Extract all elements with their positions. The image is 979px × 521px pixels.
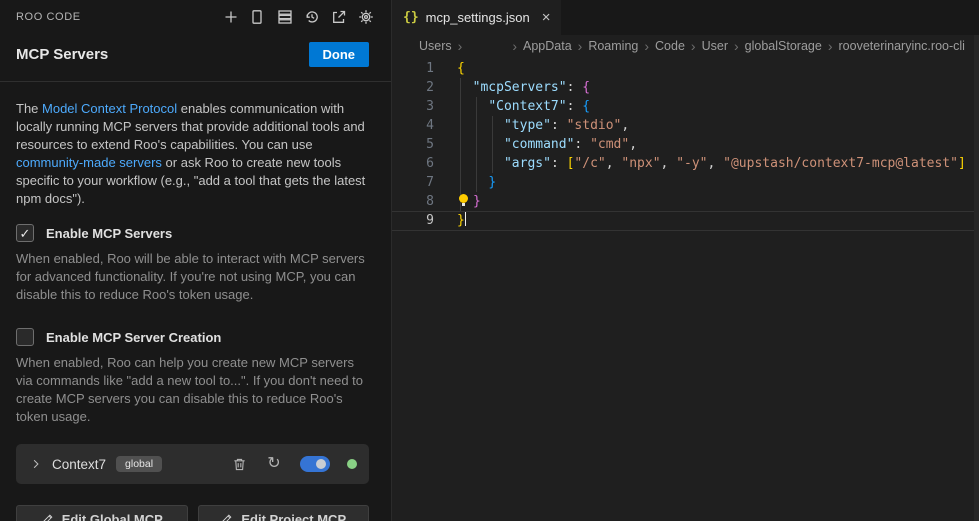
breadcrumb-separator-icon: › — [734, 38, 739, 54]
breadcrumb-item[interactable]: User — [702, 39, 728, 53]
trash-icon[interactable] — [230, 455, 248, 473]
editor-area: {} mcp_settings.json × Users › › AppData › Ro… — [392, 0, 979, 521]
breadcrumb-item[interactable]: AppData — [523, 39, 572, 53]
breadcrumb-separator-icon: › — [458, 38, 463, 54]
model-context-protocol-link[interactable]: Model Context Protocol — [42, 101, 177, 116]
history-icon[interactable] — [303, 8, 321, 26]
status-connected-dot — [347, 459, 357, 469]
breadcrumb-separator-icon: › — [828, 38, 833, 54]
intro-text: The — [16, 101, 42, 116]
server-row-context7[interactable]: Context7 global ↻ — [16, 444, 369, 484]
checkbox-icon[interactable]: ✓ — [16, 328, 34, 346]
panel-body: The Model Context Protocol enables commu… — [0, 82, 391, 521]
code-area[interactable]: 1{2 "mcpServers": {3 "Context7": {4 "typ… — [392, 57, 979, 521]
breadcrumb-item[interactable]: Code — [655, 39, 685, 53]
pencil-icon — [41, 513, 54, 521]
line-number: 2 — [392, 78, 434, 97]
notepad-icon[interactable] — [249, 8, 267, 26]
line-number: 9 — [392, 211, 434, 230]
lightbulb-icon[interactable] — [457, 193, 473, 207]
code-line: 9} — [392, 211, 979, 230]
code-line: 6 "args": ["/c", "npx", "-y", "@upstash/… — [392, 154, 979, 173]
breadcrumb-item[interactable]: rooveterinaryinc.roo-cli — [839, 39, 965, 53]
breadcrumb-item[interactable]: globalStorage — [745, 39, 822, 53]
scope-badge: global — [116, 456, 162, 472]
panel-header: MCP Servers Done — [0, 34, 391, 82]
checkmark-icon: ✓ — [20, 227, 31, 240]
breadcrumb-separator-icon: › — [578, 38, 583, 54]
toggle-knob — [316, 459, 326, 469]
server-name: Context7 — [52, 457, 106, 472]
edit-global-mcp-label: Edit Global MCP — [62, 512, 163, 521]
community-made-servers-link[interactable]: community-made servers — [16, 155, 162, 170]
server-stack-icon[interactable] — [276, 8, 294, 26]
json-file-icon: {} — [403, 10, 419, 25]
pencil-icon — [220, 513, 233, 521]
line-number: 3 — [392, 97, 434, 116]
breadcrumb-item[interactable]: Users — [419, 39, 452, 53]
external-link-icon[interactable] — [330, 8, 348, 26]
server-enabled-toggle[interactable] — [300, 456, 330, 472]
breadcrumb-separator-icon: › — [691, 38, 696, 54]
tab-filename: mcp_settings.json — [426, 10, 530, 25]
breadcrumb-separator-icon: › — [644, 38, 649, 54]
panel-titlebar: ROO CODE — [0, 0, 391, 34]
refresh-icon[interactable]: ↻ — [265, 455, 283, 473]
line-number: 4 — [392, 116, 434, 135]
footer-buttons: Edit Global MCP Edit Project MCP — [16, 505, 369, 521]
close-icon[interactable]: × — [542, 10, 551, 25]
tab-mcp-settings-json[interactable]: {} mcp_settings.json × — [392, 0, 561, 35]
enable-mcp-servers-description: When enabled, Roo will be able to intera… — [16, 250, 369, 304]
breadcrumb-separator-icon: › — [512, 38, 517, 54]
code-line: 5 "command": "cmd", — [392, 135, 979, 154]
code-line: 4 "type": "stdio", — [392, 116, 979, 135]
line-number: 6 — [392, 154, 434, 173]
gear-icon[interactable] — [357, 8, 375, 26]
breadcrumb-item[interactable]: Roaming — [588, 39, 638, 53]
enable-mcp-servers-checkbox-row[interactable]: ✓ Enable MCP Servers — [16, 224, 369, 242]
page-title: MCP Servers — [16, 46, 108, 63]
plus-icon[interactable] — [222, 8, 240, 26]
checkbox-icon[interactable]: ✓ — [16, 224, 34, 242]
enable-mcp-server-creation-description: When enabled, Roo can help you create ne… — [16, 354, 369, 426]
scrollbar[interactable] — [974, 35, 979, 521]
line-number: 1 — [392, 59, 434, 78]
panel-toolbar — [222, 8, 375, 26]
edit-project-mcp-label: Edit Project MCP — [241, 512, 346, 521]
roo-code-panel: ROO CODE — [0, 0, 392, 521]
code-line: 1{ — [392, 59, 979, 78]
code-line: 2 "mcpServers": { — [392, 78, 979, 97]
tab-bar: {} mcp_settings.json × — [392, 0, 979, 35]
edit-global-mcp-button[interactable]: Edit Global MCP — [16, 505, 188, 521]
done-button[interactable]: Done — [309, 42, 370, 67]
code-line: 3 "Context7": { — [392, 97, 979, 116]
line-number: 8 — [392, 192, 434, 211]
code-line: 7 } — [392, 173, 979, 192]
enable-mcp-server-creation-label: Enable MCP Server Creation — [46, 330, 221, 345]
line-number: 7 — [392, 173, 434, 192]
code-line: 8} — [392, 192, 979, 211]
breadcrumb: Users › › AppData › Roaming › Code › User › globalS… — [392, 35, 979, 57]
chevron-right-icon[interactable] — [28, 456, 44, 472]
enable-mcp-servers-label: Enable MCP Servers — [46, 226, 172, 241]
panel-title: ROO CODE — [16, 11, 81, 23]
intro-paragraph: The Model Context Protocol enables commu… — [16, 100, 369, 208]
text-cursor — [465, 211, 467, 226]
edit-project-mcp-button[interactable]: Edit Project MCP — [198, 505, 370, 521]
line-number: 5 — [392, 135, 434, 154]
enable-mcp-server-creation-checkbox-row[interactable]: ✓ Enable MCP Server Creation — [16, 328, 369, 346]
app-window: ROO CODE — [0, 0, 979, 521]
